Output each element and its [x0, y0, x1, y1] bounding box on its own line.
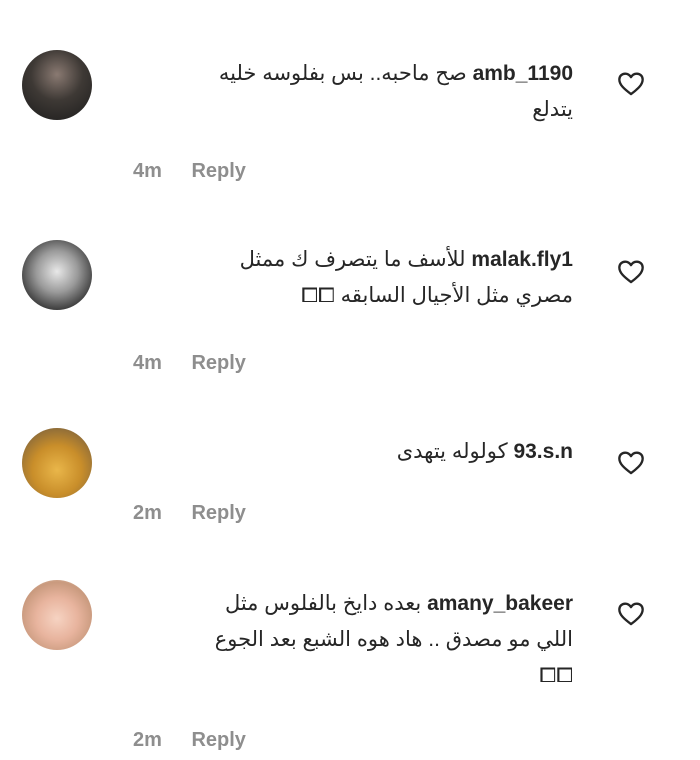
reply-button[interactable]: Reply	[191, 502, 245, 524]
reply-button[interactable]: Reply	[191, 352, 245, 374]
comment-meta: 2m Reply	[133, 729, 246, 752]
comment-username[interactable]: 93.s.n	[513, 440, 573, 463]
avatar[interactable]	[22, 580, 92, 650]
comment-body: صح ماحبه.. بس بفلوسه خليه	[218, 62, 467, 85]
comment-text: 93.s.n كولوله يتهدى	[133, 434, 573, 470]
heart-outline-icon[interactable]	[617, 449, 645, 475]
avatar[interactable]	[22, 240, 92, 310]
comment-username[interactable]: malak.fly1	[471, 248, 573, 271]
avatar[interactable]	[22, 428, 92, 498]
comment-meta: 4m Reply	[133, 352, 246, 375]
comments-panel: { "comments": [ { "username": "amb_1190"…	[0, 0, 700, 760]
comment-time: 4m	[133, 160, 162, 182]
comment-username[interactable]: amany_bakeer	[427, 592, 573, 615]
comment-meta: 4m Reply	[133, 160, 246, 183]
comment-text: amany_bakeer بعده دايخ بالفلوس مثل اللي …	[133, 586, 573, 694]
comment-body-continued: ⧠⧠	[539, 664, 573, 687]
comment-body: للأسف ما يتصرف ك ممثل	[239, 248, 466, 271]
comment-username[interactable]: amb_1190	[473, 62, 573, 85]
comment-body: بعده دايخ بالفلوس مثل	[224, 592, 422, 615]
comment-text: amb_1190 صح ماحبه.. بس بفلوسه خليه يتدلع	[133, 56, 573, 128]
comment-time: 2m	[133, 502, 162, 524]
comment-meta: 2m Reply	[133, 502, 246, 525]
comment-body-continued: اللي مو مصدق .. هاد هوه الشبع بعد الجوع	[214, 628, 573, 651]
avatar[interactable]	[22, 50, 92, 120]
heart-outline-icon[interactable]	[617, 70, 645, 96]
comment-time: 4m	[133, 352, 162, 374]
heart-outline-icon[interactable]	[617, 258, 645, 284]
comment-body-continued: مصري مثل الأجيال السابقه ⧠⧠	[301, 284, 573, 307]
heart-outline-icon[interactable]	[617, 600, 645, 626]
comment-body: كولوله يتهدى	[396, 440, 508, 463]
comment-text: malak.fly1 للأسف ما يتصرف ك ممثل مصري مث…	[133, 242, 573, 314]
reply-button[interactable]: Reply	[191, 729, 245, 751]
comment-body-continued: يتدلع	[532, 98, 573, 121]
comment-time: 2m	[133, 729, 162, 751]
reply-button[interactable]: Reply	[191, 160, 245, 182]
